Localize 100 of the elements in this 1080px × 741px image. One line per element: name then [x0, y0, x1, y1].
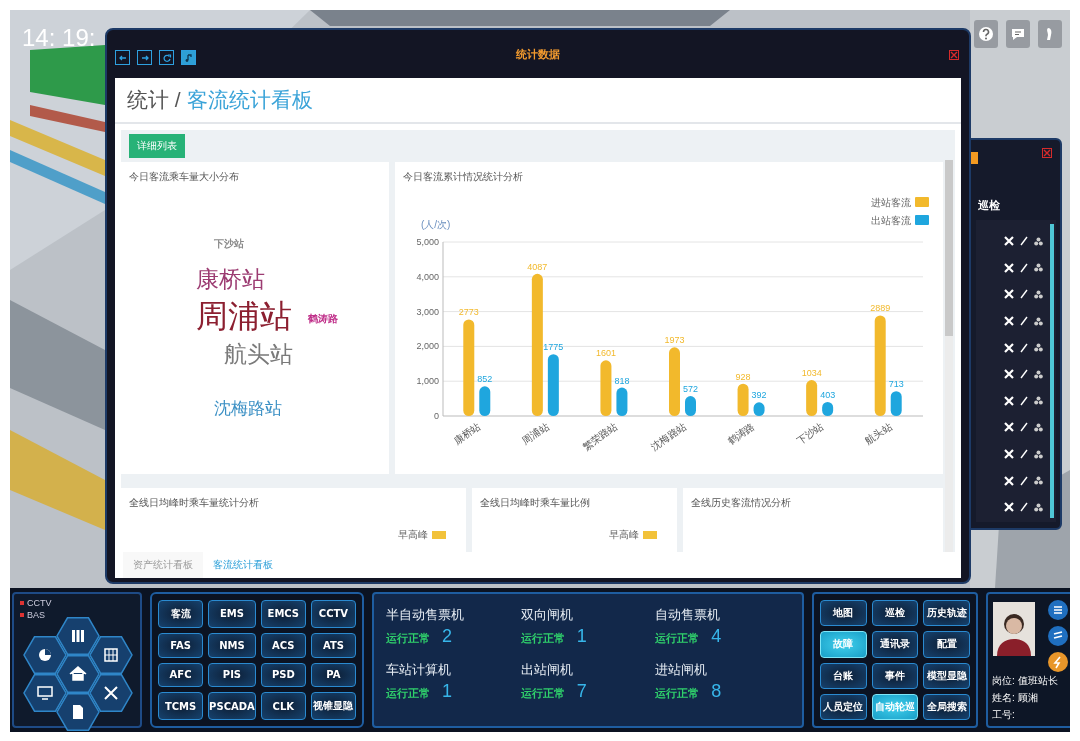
system-button[interactable]: FAS	[158, 632, 204, 658]
edit-icon[interactable]	[1020, 422, 1028, 433]
cluster-icon[interactable]	[1034, 236, 1043, 246]
close-button[interactable]	[949, 50, 959, 60]
cluster-icon[interactable]	[1034, 396, 1043, 406]
function-button[interactable]: 模型显隐	[923, 662, 970, 689]
function-button[interactable]: 通讯录	[871, 631, 919, 658]
cluster-icon[interactable]	[1034, 343, 1043, 353]
delete-icon[interactable]	[1004, 369, 1014, 380]
function-button[interactable]: 台账	[820, 662, 867, 689]
system-button[interactable]: PA	[310, 662, 356, 688]
avatar	[993, 602, 1035, 656]
bar	[737, 383, 749, 416]
power-button[interactable]	[1048, 652, 1068, 672]
system-button[interactable]: PSD	[260, 662, 306, 688]
document-button[interactable]	[56, 693, 100, 731]
edit-icon[interactable]	[1020, 342, 1028, 353]
cluster-icon[interactable]	[1034, 290, 1043, 299]
system-button[interactable]: NMS	[208, 632, 256, 658]
layers-button[interactable]	[1048, 626, 1068, 646]
edit-icon[interactable]	[1020, 395, 1028, 406]
delete-icon[interactable]	[1004, 449, 1014, 460]
function-button[interactable]: 全局搜索	[923, 693, 970, 720]
function-button[interactable]: 巡检	[871, 600, 919, 627]
data-label: 852	[477, 374, 493, 385]
device-status: 运行正常	[655, 631, 700, 646]
system-button[interactable]: 客流	[158, 600, 204, 628]
delete-icon[interactable]	[1004, 502, 1014, 513]
forward-button[interactable]	[137, 50, 152, 65]
grid-button[interactable]	[89, 636, 133, 674]
system-button[interactable]: TCMS	[158, 692, 204, 720]
system-button[interactable]: 视锥显隐	[310, 692, 356, 720]
music-button[interactable]	[181, 50, 196, 65]
system-button[interactable]: ATS	[310, 632, 356, 658]
edit-icon[interactable]	[1020, 316, 1028, 327]
footprint-button[interactable]	[1038, 20, 1062, 48]
delete-icon[interactable]	[1004, 475, 1014, 486]
edit-icon[interactable]	[1020, 236, 1028, 247]
grid-icon	[104, 648, 118, 662]
function-button[interactable]: 人员定位	[820, 693, 867, 720]
system-button[interactable]: AFC	[158, 662, 204, 688]
system-button[interactable]: EMCS	[260, 600, 306, 628]
pie-chart-button[interactable]	[23, 636, 67, 674]
list-button[interactable]	[1048, 600, 1068, 620]
document-icon	[73, 705, 83, 719]
device-count: 1	[442, 681, 452, 702]
delete-icon[interactable]	[1004, 342, 1014, 353]
delete-icon[interactable]	[1004, 316, 1014, 327]
cluster-icon[interactable]	[1034, 369, 1043, 379]
close-button[interactable]	[1042, 148, 1052, 158]
bars-button[interactable]	[56, 617, 100, 655]
system-button[interactable]: PIS	[208, 662, 256, 688]
legend-marker	[20, 601, 24, 605]
delete-icon[interactable]	[1004, 262, 1014, 273]
cluster-icon[interactable]	[1034, 476, 1043, 486]
close-icon	[1043, 149, 1051, 157]
monitor-button[interactable]	[23, 674, 67, 712]
function-button[interactable]: 历史轨迹	[923, 600, 970, 627]
bar	[669, 347, 680, 416]
device-name: 车站计算机	[386, 661, 452, 679]
edit-icon[interactable]	[1020, 502, 1028, 513]
cluster-icon[interactable]	[1034, 263, 1043, 273]
delete-icon[interactable]	[1004, 236, 1014, 247]
cluster-icon[interactable]	[1034, 449, 1043, 459]
breadcrumb-item[interactable]: 统计 /	[127, 86, 181, 114]
system-button[interactable]: CCTV	[310, 600, 356, 628]
device-name: 双向闸机	[520, 606, 574, 624]
function-button[interactable]: 配置	[923, 631, 970, 658]
legend-marker	[20, 613, 24, 617]
function-button[interactable]: 事件	[871, 662, 919, 689]
delete-icon[interactable]	[1004, 422, 1014, 433]
function-button[interactable]: 地图	[820, 600, 867, 627]
delete-icon[interactable]	[1004, 395, 1014, 406]
axis-label: 康桥站	[451, 420, 483, 447]
home-button[interactable]	[56, 655, 100, 693]
edit-icon[interactable]	[1020, 449, 1028, 460]
data-label: 1775	[543, 342, 564, 353]
edit-icon[interactable]	[1020, 475, 1028, 486]
edit-icon[interactable]	[1020, 262, 1028, 273]
data-label: 1973	[664, 335, 685, 346]
bar	[890, 391, 902, 416]
help-button[interactable]	[974, 20, 998, 48]
system-button[interactable]: EMS	[208, 600, 256, 628]
legend-swatch	[643, 531, 657, 539]
cluster-icon[interactable]	[1034, 422, 1043, 432]
back-button[interactable]	[115, 50, 130, 65]
system-button[interactable]: CLK	[260, 692, 306, 720]
edit-icon[interactable]	[1020, 289, 1028, 300]
refresh-icon	[161, 52, 172, 63]
edit-icon[interactable]	[1020, 369, 1028, 380]
cluster-icon[interactable]	[1034, 502, 1043, 512]
chat-button[interactable]	[1006, 20, 1030, 48]
system-button[interactable]: ACS	[260, 632, 306, 658]
refresh-button[interactable]	[159, 50, 174, 65]
cluster-icon[interactable]	[1034, 316, 1043, 326]
tools-button[interactable]	[89, 674, 133, 712]
list-icon	[1051, 603, 1065, 617]
legend-label: 早高峰	[398, 528, 428, 542]
delete-icon[interactable]	[1004, 289, 1014, 300]
system-button[interactable]: PSCADA	[208, 692, 256, 720]
